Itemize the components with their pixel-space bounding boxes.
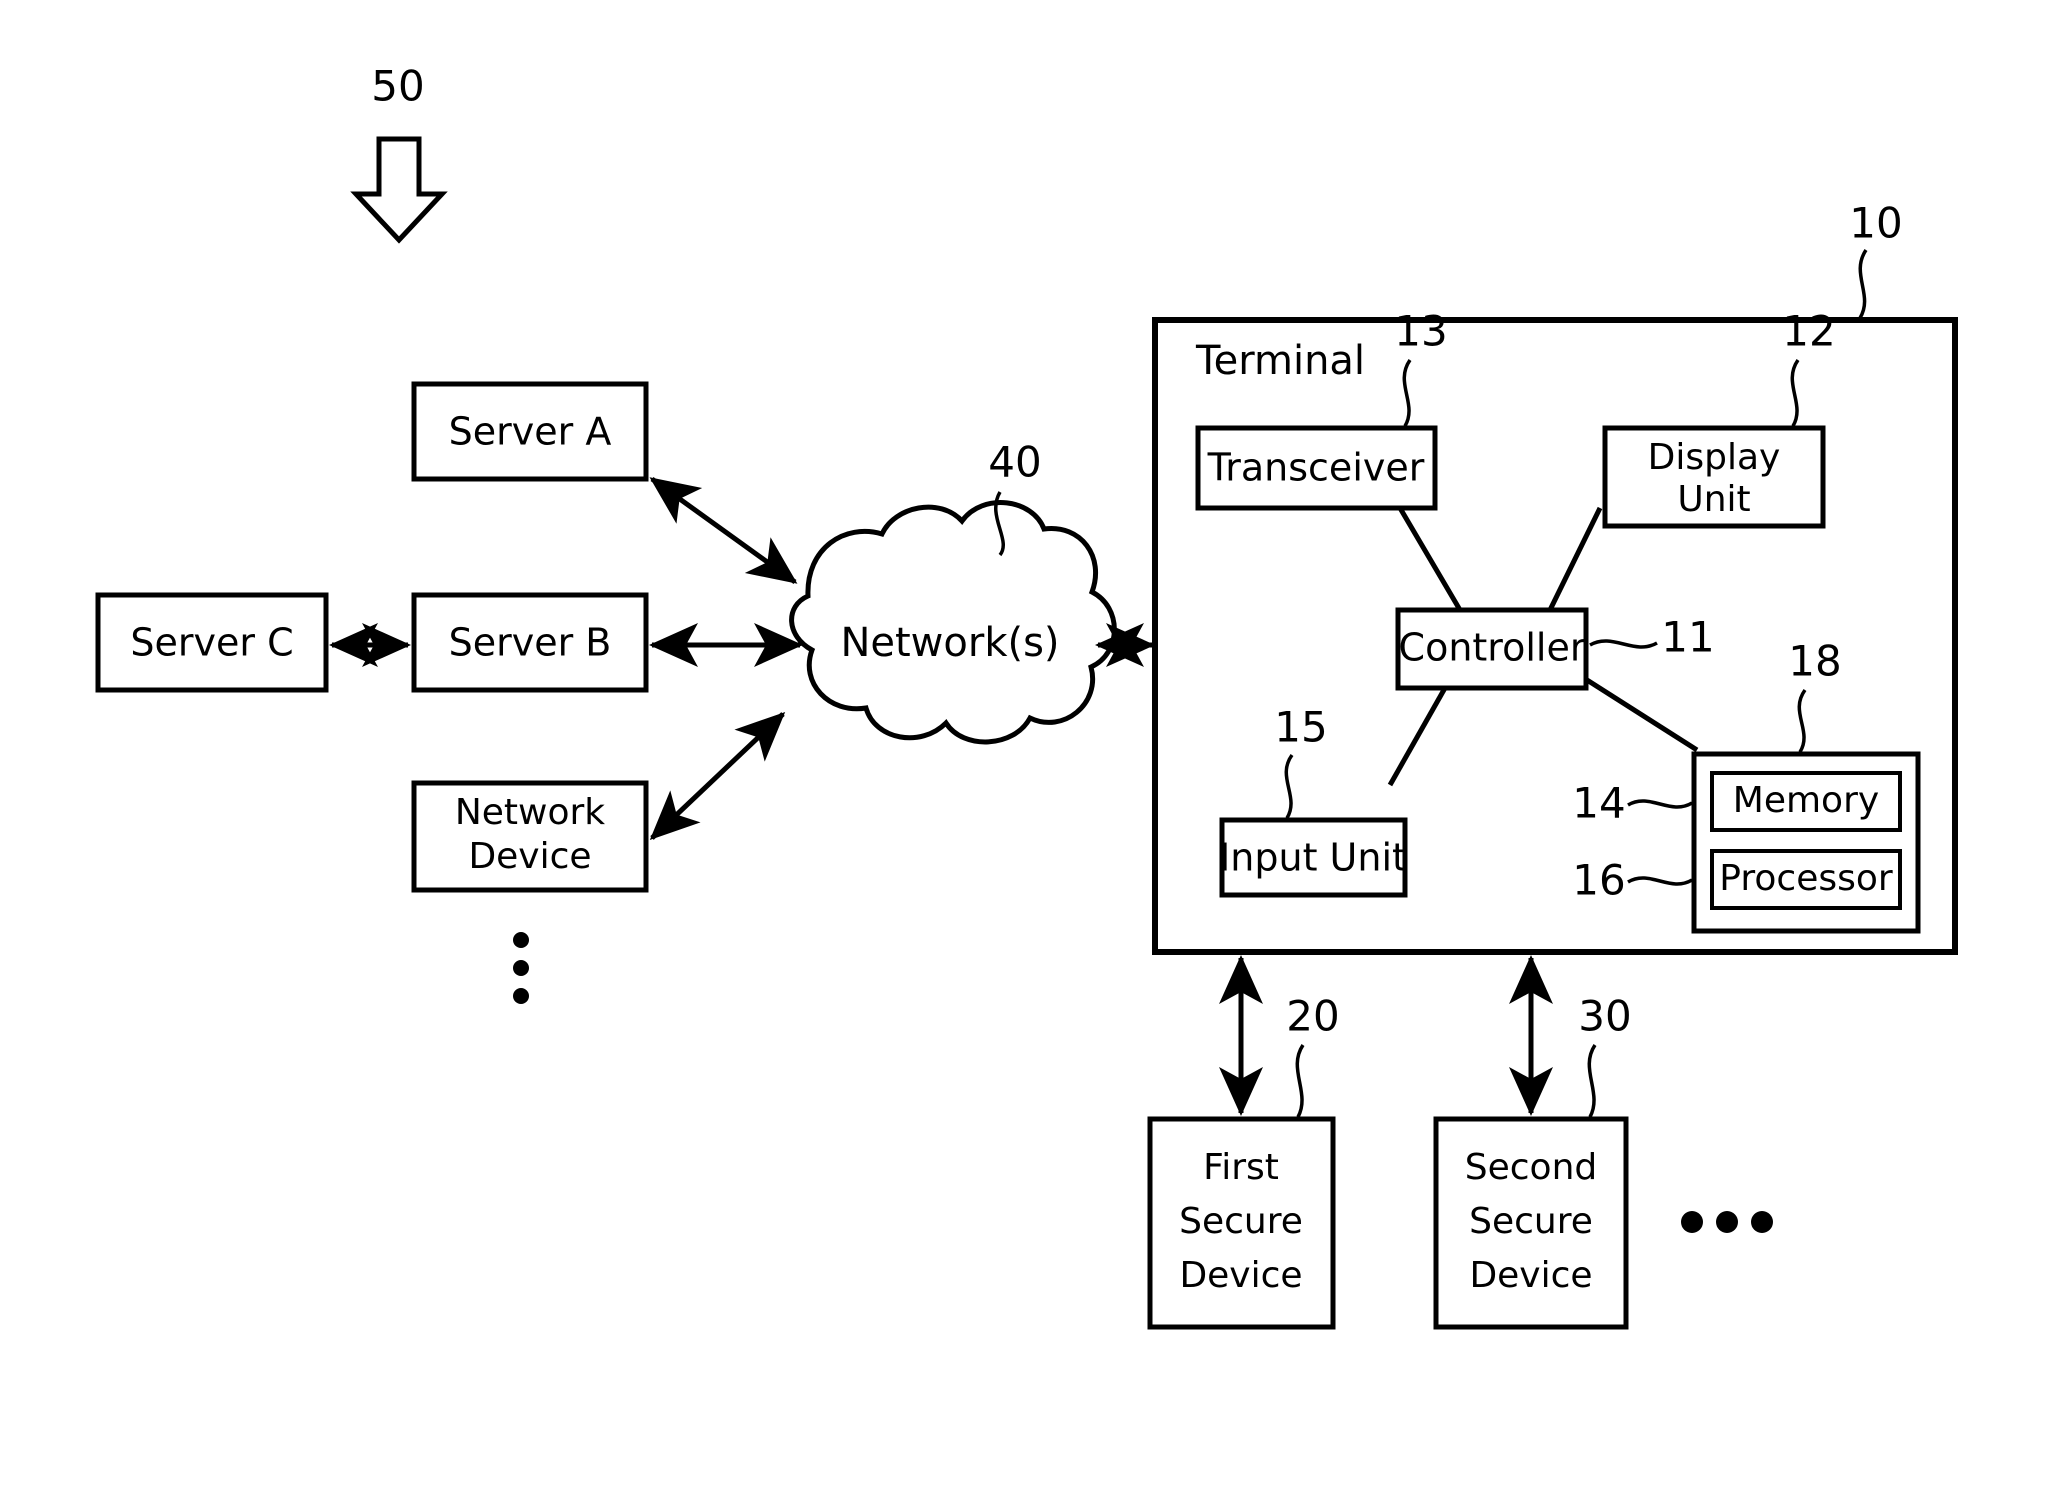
display-unit-label-line1: Display [1648,437,1781,478]
terminal-title: Terminal [1195,338,1365,384]
transceiver-label: Transceiver [1207,446,1425,490]
first-secure-device-node[interactable]: First Secure Device 20 [1147,992,1340,1330]
second-secure-device-label-line1: Second [1465,1147,1598,1188]
server-a-node[interactable]: Server A [411,381,649,482]
ref-20: 20 [1286,992,1339,1041]
ref-40: 40 [988,438,1041,487]
ref-16: 16 [1572,856,1625,905]
ref-10: 10 [1849,199,1902,248]
block-arrow-down-icon [350,136,448,244]
ref-11: 11 [1661,613,1714,662]
patent-figure: 50 Server A Server C Server B Network De… [0,0,2066,1503]
network-device-node[interactable]: Network Device [411,780,649,893]
network-cloud-label: Network(s) [840,620,1059,666]
server-b-node[interactable]: Server B [411,592,649,693]
network-nodes-ellipsis-icon [513,932,529,1004]
connector-network-device-cloud [649,711,786,841]
server-c-label: Server C [130,621,293,665]
ref-14: 14 [1572,779,1625,828]
first-secure-device-label-line1: First [1203,1147,1279,1188]
ref-18: 18 [1788,637,1841,686]
input-unit-label: Input Unit [1219,836,1407,880]
network-device-label-line2: Device [468,836,591,877]
memory-label: Memory [1733,780,1879,821]
leader-line-10 [1858,249,1868,319]
second-secure-device-node[interactable]: Second Secure Device 30 [1433,992,1632,1330]
second-secure-device-label-line2: Secure [1469,1201,1593,1242]
display-unit-label-line2: Unit [1677,479,1750,520]
server-a-label: Server A [449,410,612,454]
ref-15: 15 [1274,703,1327,752]
network-device-label-line1: Network [455,792,605,833]
ref-12: 12 [1782,307,1835,356]
controller-label: Controller [1399,626,1586,670]
server-b-label: Server B [449,621,612,665]
processor-label: Processor [1719,858,1893,899]
ref-30: 30 [1578,992,1631,1041]
leader-line-20 [1295,1044,1305,1118]
ref-13: 13 [1394,307,1447,356]
secure-devices-ellipsis-icon [1681,1211,1773,1233]
server-c-node[interactable]: Server C [95,592,329,693]
connector-server-a-cloud [649,476,798,585]
leader-line-30 [1587,1044,1597,1118]
system-ref-arrow: 50 [350,62,448,244]
first-secure-device-label-line2: Secure [1179,1201,1303,1242]
ref-50: 50 [371,62,424,111]
second-secure-device-label-line3: Device [1469,1255,1592,1296]
first-secure-device-label-line3: Device [1179,1255,1302,1296]
network-cloud[interactable]: Network(s) 40 [789,438,1117,745]
